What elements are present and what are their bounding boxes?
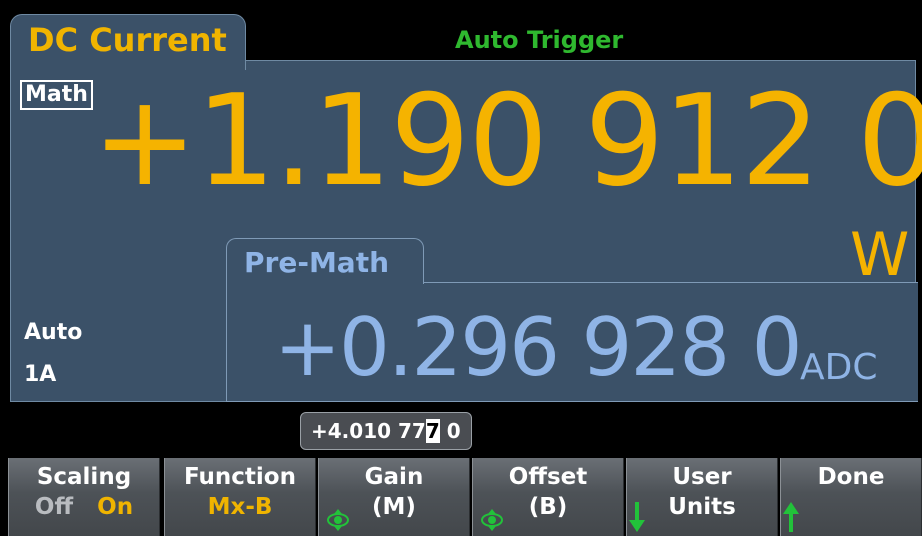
- softkey-label: Function: [183, 464, 296, 490]
- offset-softkey[interactable]: Offset (B): [472, 458, 624, 536]
- softkey-label: Offset: [508, 464, 588, 490]
- function-softkey[interactable]: Function Mx-B: [164, 458, 316, 536]
- pre-math-unit: ADC: [800, 347, 878, 388]
- pre-math-reading: +0.296 928 0: [274, 301, 803, 394]
- done-softkey[interactable]: Done: [780, 458, 922, 536]
- function-value: Mx-B: [207, 494, 273, 520]
- entry-cursor-digit: 7: [425, 419, 440, 443]
- range-mode: Auto: [24, 320, 83, 345]
- scaling-off: Off: [34, 494, 74, 520]
- user-units-softkey[interactable]: User Units: [626, 458, 778, 536]
- softkey-label: Scaling: [36, 464, 132, 490]
- up-arrow-icon: [783, 502, 799, 532]
- entry-text: +4.010 77: [311, 419, 426, 443]
- scaling-on: On: [97, 494, 134, 520]
- knob-icon: [481, 509, 503, 531]
- softkey-label: Done: [817, 464, 885, 490]
- scaling-state: Off On: [9, 494, 159, 520]
- gain-softkey[interactable]: Gain (M): [318, 458, 470, 536]
- math-indicator: Math: [20, 80, 93, 110]
- softkey-label: User: [672, 464, 732, 490]
- softkey-label-line2: Units: [668, 494, 736, 520]
- entry-text-tail: 0: [439, 419, 461, 443]
- pre-math-label: Pre-Math: [244, 246, 390, 279]
- function-label: DC Current: [28, 21, 227, 59]
- range-value: 1A: [24, 362, 57, 387]
- down-arrow-icon: [629, 502, 645, 532]
- main-reading: +1.190 912 0: [92, 67, 922, 214]
- knob-icon: [327, 509, 349, 531]
- softkey-label: Gain: [364, 464, 424, 490]
- meter-screen: DC Current Auto Trigger Math +1.190 912 …: [0, 0, 922, 536]
- value-entry-field[interactable]: +4.010 777 0: [300, 412, 472, 450]
- trigger-mode: Auto Trigger: [455, 26, 624, 54]
- softkey-bar: Scaling Off On Function Mx-B Gain (M) Of…: [0, 458, 922, 536]
- scaling-softkey[interactable]: Scaling Off On: [8, 458, 160, 536]
- main-unit: W: [850, 220, 910, 290]
